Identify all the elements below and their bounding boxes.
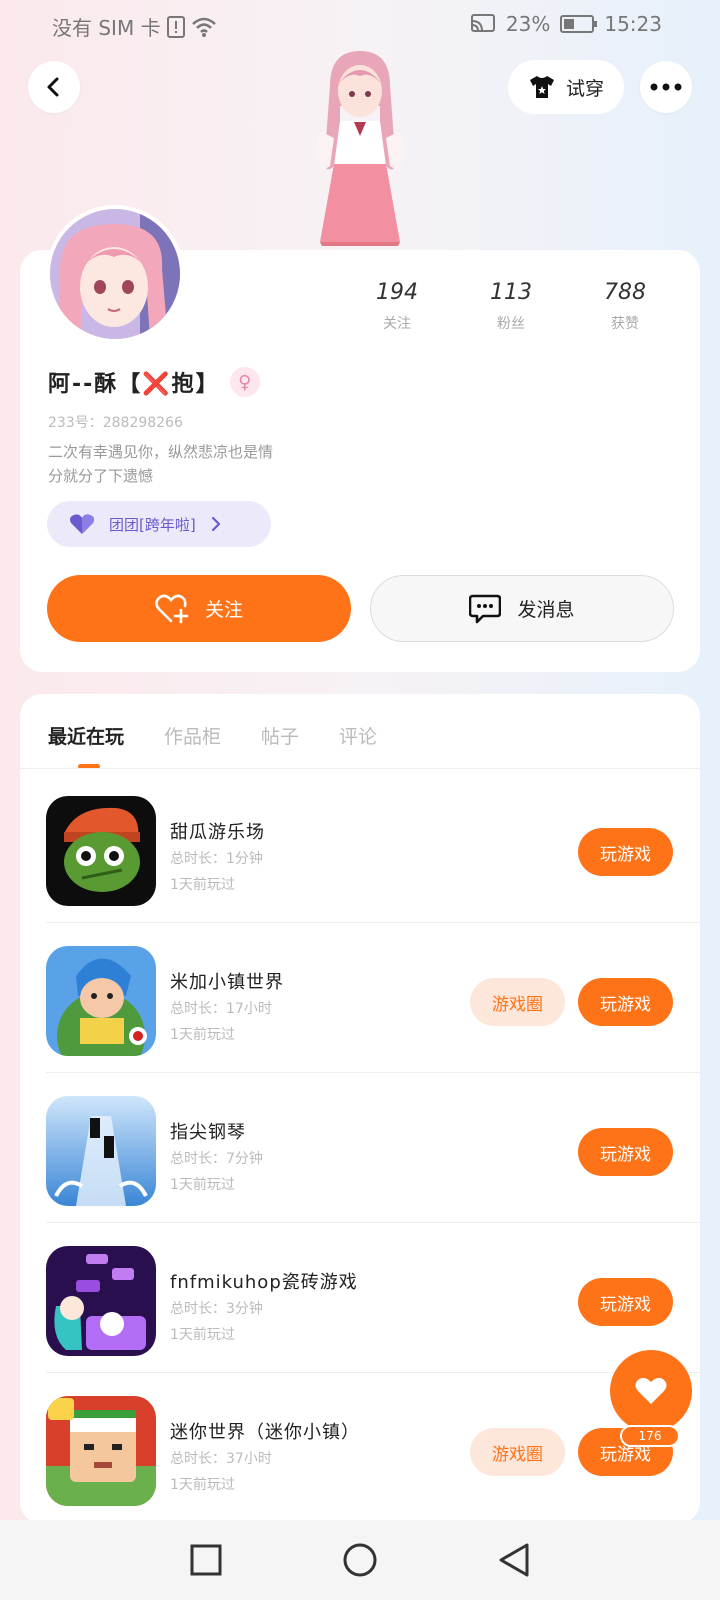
tab-posts[interactable]: 帖子 <box>261 722 299 749</box>
tab-recent[interactable]: 最近在玩 <box>48 722 124 749</box>
game-duration: 总时长：1分钟 <box>170 851 263 867</box>
game-row[interactable]: fnfmikuhop瓷砖游戏 总时长：3分钟 1天前玩过 玩游戏 <box>46 1246 700 1356</box>
bio-line: 分就分了下遗憾 <box>48 467 154 485</box>
clock: 15:23 <box>604 12 662 36</box>
stat-following[interactable]: 194 关注 <box>352 280 442 333</box>
group-badge-button[interactable]: 团团[跨年啦] <box>47 501 271 547</box>
profile-tabs: 最近在玩 作品柜 帖子 评论 <box>48 722 377 749</box>
battery-percent: 23% <box>505 12 551 36</box>
divider <box>46 1072 700 1073</box>
game-duration: 总时长：17小时 <box>170 1001 272 1017</box>
game-title: 甜瓜游乐场 <box>170 822 265 843</box>
stat-number: 788 <box>604 280 646 305</box>
stat-number: 194 <box>376 280 418 305</box>
play-game-button[interactable]: 玩游戏 <box>578 1128 673 1176</box>
game-last-played: 1天前玩过 <box>170 1327 235 1343</box>
game-title: fnfmikuhop瓷砖游戏 <box>170 1272 358 1293</box>
play-game-button[interactable]: 玩游戏 <box>578 1278 673 1326</box>
female-icon: ♀ <box>229 367 260 397</box>
game-icon <box>46 946 156 1056</box>
game-title: 指尖钢琴 <box>170 1122 246 1143</box>
play-game-button[interactable]: 玩游戏 <box>578 828 673 876</box>
group-label: 团团[跨年啦] <box>109 515 196 534</box>
message-label: 发消息 <box>517 599 575 621</box>
send-message-button[interactable]: 发消息 <box>370 575 674 642</box>
battery-icon <box>560 15 598 33</box>
game-duration: 总时长：3分钟 <box>170 1301 263 1317</box>
game-row[interactable]: 指尖钢琴 总时长：7分钟 1天前玩过 玩游戏 <box>46 1096 700 1206</box>
game-last-played: 1天前玩过 <box>170 877 235 893</box>
recent-apps-button[interactable] <box>186 1540 226 1580</box>
profile-name: 阿--酥【❌抱】 <box>48 372 220 397</box>
heart-plus-icon <box>155 594 189 623</box>
follow-label: 关注 <box>204 599 243 621</box>
like-count-badge: 176 <box>620 1425 680 1447</box>
carrier-text: 没有 SIM 卡 <box>52 16 161 40</box>
divider <box>46 922 700 923</box>
divider <box>20 768 700 769</box>
avatar-character[interactable] <box>300 46 420 250</box>
divider <box>46 1372 700 1373</box>
back-button[interactable] <box>28 61 80 113</box>
game-circle-button[interactable]: 游戏圈 <box>470 978 565 1026</box>
game-row[interactable]: 迷你世界（迷你小镇） 总时长：37小时 1天前玩过 游戏圈 玩游戏 <box>46 1396 700 1506</box>
sim-alert-icon <box>166 15 185 38</box>
status-bar: 没有 SIM 卡 23% 15:23 <box>0 0 720 52</box>
game-icon <box>46 1096 156 1206</box>
back-nav-button[interactable] <box>494 1540 534 1580</box>
system-nav-bar <box>0 1520 720 1600</box>
chat-bubble-icon <box>469 594 502 623</box>
game-row[interactable]: 甜瓜游乐场 总时长：1分钟 1天前玩过 玩游戏 <box>46 796 700 906</box>
game-last-played: 1天前玩过 <box>170 1177 235 1193</box>
game-duration: 总时长：7分钟 <box>170 1151 263 1167</box>
avatar[interactable] <box>46 205 184 343</box>
game-row[interactable]: 米加小镇世界 总时长：17小时 1天前玩过 游戏圈 玩游戏 <box>46 946 700 1056</box>
follow-button[interactable]: 关注 <box>47 575 351 642</box>
circle-icon <box>343 1543 377 1577</box>
game-icon <box>46 796 156 906</box>
try-on-button[interactable]: 试穿 <box>508 60 624 114</box>
game-icon <box>46 1396 156 1506</box>
stat-number: 113 <box>490 280 532 305</box>
game-last-played: 1天前玩过 <box>170 1477 235 1493</box>
stat-label: 获赞 <box>611 316 639 332</box>
cast-icon <box>470 14 495 32</box>
heart-icon <box>70 514 94 534</box>
game-duration: 总时长：37小时 <box>170 1451 272 1467</box>
divider <box>46 1222 700 1223</box>
stat-likes[interactable]: 788 获赞 <box>580 280 670 333</box>
home-button[interactable] <box>340 1540 380 1580</box>
game-title: 米加小镇世界 <box>170 972 284 993</box>
bio-line: 二次有幸遇见你，纵然悲凉也是情 <box>48 443 274 461</box>
stat-followers[interactable]: 113 粉丝 <box>466 280 556 333</box>
more-dots-icon <box>650 83 682 91</box>
game-circle-button[interactable]: 游戏圈 <box>470 1428 565 1476</box>
try-on-label: 试穿 <box>565 77 604 100</box>
floating-like-button[interactable] <box>610 1350 692 1432</box>
name-row: 阿--酥【❌抱】 ♀ <box>48 366 260 398</box>
more-button[interactable] <box>640 61 692 113</box>
triangle-back-icon <box>499 1543 529 1577</box>
game-last-played: 1天前玩过 <box>170 1027 235 1043</box>
chevron-right-icon <box>211 516 220 532</box>
wifi-icon <box>191 17 216 37</box>
bio: 二次有幸遇见你，纵然悲凉也是情 分就分了下遗憾 <box>48 440 273 488</box>
square-icon <box>190 1544 222 1576</box>
user-id: 233号：288298266 <box>48 415 183 431</box>
game-icon <box>46 1246 156 1356</box>
tshirt-icon <box>529 76 554 98</box>
stat-label: 关注 <box>383 316 411 332</box>
game-title: 迷你世界（迷你小镇） <box>170 1422 360 1443</box>
play-game-button[interactable]: 玩游戏 <box>578 978 673 1026</box>
heart-icon <box>635 1377 667 1404</box>
tab-comments[interactable]: 评论 <box>339 722 377 749</box>
chevron-left-icon <box>47 77 59 97</box>
tab-works[interactable]: 作品柜 <box>164 722 221 749</box>
stat-label: 粉丝 <box>497 316 525 332</box>
